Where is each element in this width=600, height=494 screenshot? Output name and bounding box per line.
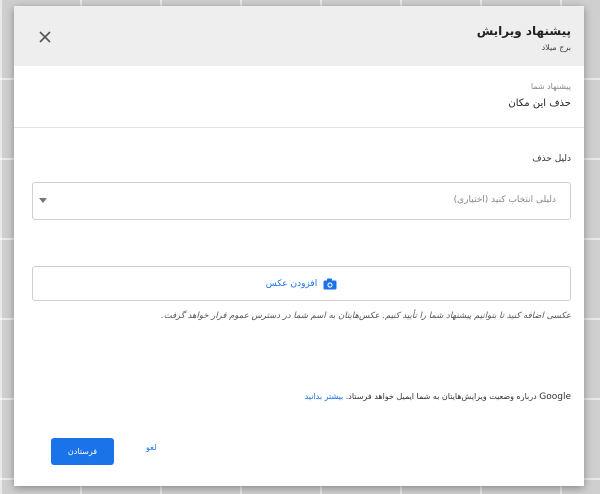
- suggest-edit-dialog: پیشنهاد ویرایش برج میلاد پیشنهاد شما حذف…: [14, 6, 584, 486]
- close-icon: [39, 31, 51, 43]
- cancel-button[interactable]: لغو: [146, 443, 156, 452]
- reason-label: دلیل حذف: [532, 154, 571, 164]
- suggestion-section: پیشنهاد شما حذف این مکان: [14, 66, 584, 128]
- reason-placeholder: دلیلی انتخاب کنید (اختیاری): [453, 195, 556, 205]
- add-photo-button[interactable]: افزودن عکس: [32, 266, 571, 301]
- reason-dropdown[interactable]: دلیلی انتخاب کنید (اختیاری): [32, 182, 571, 220]
- photo-help-text: عکسی اضافه کنید تا بتوانیم پیشنهاد شما ر…: [161, 311, 571, 321]
- email-notice-text: درباره وضعیت ویرایش‌هایتان به شما ایمیل …: [343, 392, 540, 401]
- dialog-subtitle: برج میلاد: [541, 43, 571, 52]
- learn-more-link[interactable]: بیشتر بدانید: [305, 392, 344, 401]
- send-button[interactable]: فرستادن: [51, 438, 114, 465]
- google-brand: Google: [539, 392, 571, 402]
- suggestion-value: حذف این مکان: [508, 98, 571, 109]
- chevron-down-icon: [39, 198, 47, 203]
- dialog-header: پیشنهاد ویرایش برج میلاد: [14, 6, 584, 66]
- suggestion-label: پیشنهاد شما: [530, 82, 571, 91]
- dialog-title: پیشنهاد ویرایش: [476, 24, 571, 38]
- close-button[interactable]: [34, 26, 56, 48]
- add-photo-label: افزودن عکس: [265, 278, 318, 289]
- camera-icon: [323, 278, 337, 289]
- email-notice: Google درباره وضعیت ویرایش‌هایتان به شما…: [305, 392, 571, 402]
